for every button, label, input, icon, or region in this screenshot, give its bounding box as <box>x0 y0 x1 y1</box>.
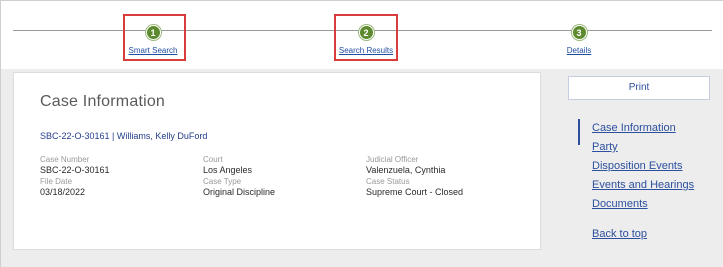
nav-item-party[interactable]: Party <box>592 141 618 153</box>
case-type-value: Original Discipline <box>203 187 276 197</box>
nav-item-disposition-events[interactable]: Disposition Events <box>592 160 683 172</box>
court-label: Court <box>203 155 223 164</box>
step-search-results[interactable]: 2 Search Results <box>321 23 411 55</box>
step-details[interactable]: 3 Details <box>534 23 624 55</box>
step-smart-search[interactable]: 1 Smart Search <box>108 23 198 55</box>
sidebar: Print Case Information Party Disposition… <box>568 76 710 240</box>
step-number-2: 2 <box>358 25 374 40</box>
case-type-label: Case Type <box>203 177 242 186</box>
court-value: Los Angeles <box>203 165 253 175</box>
case-status-label: Case Status <box>366 177 410 186</box>
case-information-title: Case Information <box>40 93 166 110</box>
field-case-number: Case Number SBC-22-O-30161 <box>40 155 110 176</box>
case-subtitle: SBC-22-O-30161 | Williams, Kelly DuFord <box>40 131 208 141</box>
field-case-type: Case Type Original Discipline <box>203 177 275 198</box>
nav-item-events-and-hearings[interactable]: Events and Hearings <box>592 179 694 191</box>
step-number-3: 3 <box>571 25 587 40</box>
back-to-top-link[interactable]: Back to top <box>592 228 647 240</box>
step-label-search-results[interactable]: Search Results <box>321 46 411 55</box>
progress-stepper: 1 Smart Search 2 Search Results 3 Detail… <box>1 1 723 69</box>
case-information-card: Case Information SBC-22-O-30161 | Willia… <box>13 72 541 250</box>
print-button[interactable]: Print <box>568 76 710 100</box>
nav-item-case-information[interactable]: Case Information <box>592 122 676 134</box>
judicial-officer-value: Valenzuela, Cynthia <box>366 165 446 175</box>
case-status-value: Supreme Court - Closed <box>366 187 464 197</box>
step-number-1: 1 <box>145 25 161 40</box>
judicial-officer-label: Judicial Officer <box>366 155 419 164</box>
active-section-indicator <box>578 119 580 145</box>
field-court: Court Los Angeles <box>203 155 252 176</box>
field-judicial-officer: Judicial Officer Valenzuela, Cynthia <box>366 155 445 176</box>
file-date-value: 03/18/2022 <box>40 187 86 197</box>
main-content: Case Information SBC-22-O-30161 | Willia… <box>1 69 723 267</box>
case-number-value: SBC-22-O-30161 <box>40 165 110 175</box>
nav-item-documents[interactable]: Documents <box>592 198 648 210</box>
window-frame: 1 Smart Search 2 Search Results 3 Detail… <box>0 0 723 267</box>
field-case-status: Case Status Supreme Court - Closed <box>366 177 463 198</box>
step-label-smart-search[interactable]: Smart Search <box>108 46 198 55</box>
field-file-date: File Date 03/18/2022 <box>40 177 85 198</box>
case-number-label: Case Number <box>40 155 90 164</box>
file-date-label: File Date <box>40 177 73 186</box>
step-label-details[interactable]: Details <box>534 46 624 55</box>
